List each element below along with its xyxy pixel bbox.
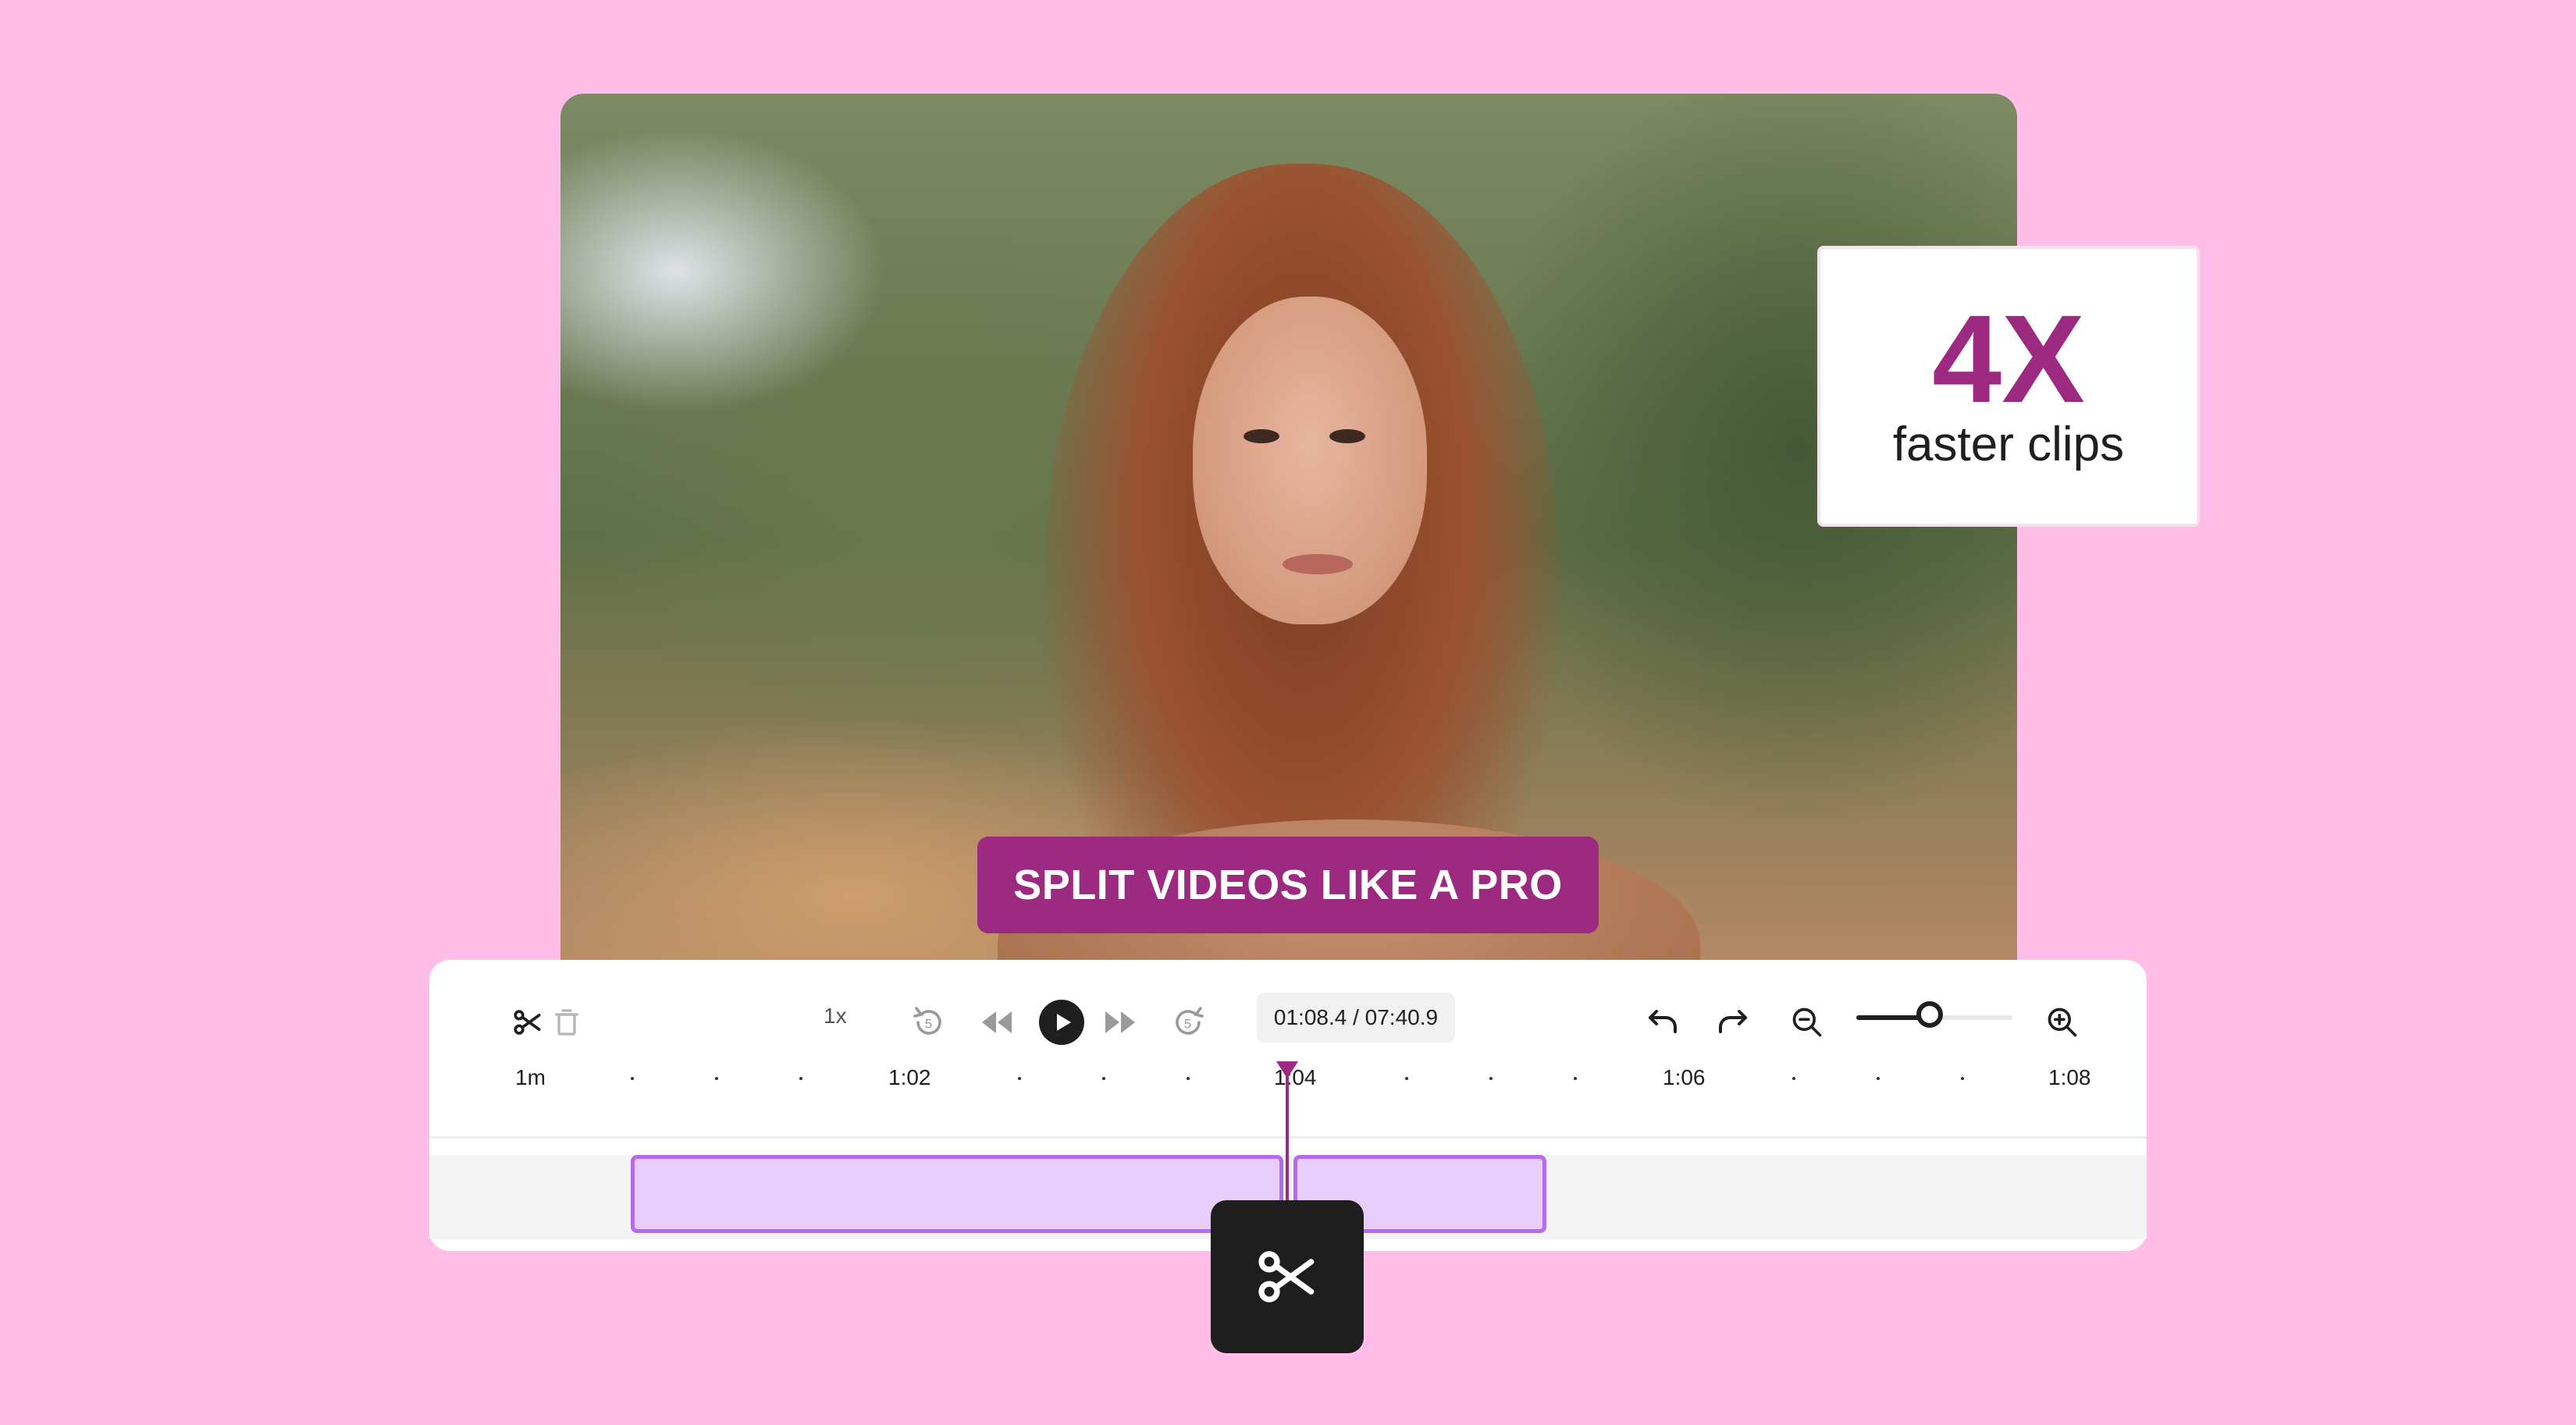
- ruler-tick: [799, 1077, 802, 1080]
- ruler-label: 1:06: [1663, 1065, 1706, 1089]
- scissors-icon: [1258, 1251, 1315, 1302]
- ruler-label: 1:08: [2048, 1065, 2091, 1089]
- zoom-slider-handle[interactable]: [1916, 1001, 1943, 1028]
- zoom-out-icon[interactable]: [1784, 999, 1831, 1046]
- ruler-tick: [715, 1077, 718, 1080]
- zoom-in-icon[interactable]: [2039, 999, 2086, 1046]
- playback-rate-button[interactable]: 1x: [824, 1004, 847, 1029]
- trash-icon[interactable]: [543, 999, 590, 1046]
- video-subject-lips: [1283, 554, 1353, 574]
- video-subject-left-eye: [1244, 429, 1279, 443]
- svg-text:5: 5: [925, 1017, 932, 1032]
- ruler-tick: [1574, 1077, 1577, 1080]
- clip-left[interactable]: [631, 1155, 1283, 1233]
- ruler-tick: [1102, 1077, 1105, 1080]
- redo-icon[interactable]: [1710, 999, 1756, 1046]
- fast-forward-icon[interactable]: [1098, 999, 1144, 1046]
- stat-label: faster clips: [1892, 418, 2125, 471]
- ruler-tick: [1877, 1077, 1880, 1080]
- split-button[interactable]: [1211, 1200, 1364, 1353]
- ruler-label: 1:02: [888, 1065, 931, 1089]
- ruler-tick: [1018, 1077, 1021, 1080]
- stat-value: 4X: [1932, 289, 2085, 428]
- video-subject-right-eye: [1329, 429, 1365, 443]
- ruler-tick: [1405, 1077, 1408, 1080]
- undo-icon[interactable]: [1639, 999, 1686, 1046]
- rewind-5-icon[interactable]: 5: [906, 999, 952, 1046]
- ruler-tick: [1489, 1077, 1493, 1080]
- time-display: 01:08.4 / 07:40.9: [1257, 993, 1455, 1043]
- rewind-icon[interactable]: [973, 999, 1019, 1046]
- stat-card: 4X faster clips: [1817, 246, 2200, 527]
- svg-text:5: 5: [1184, 1017, 1191, 1032]
- video-caption: SPLIT VIDEOS LIKE A PRO: [977, 837, 1599, 933]
- playhead-handle[interactable]: [1276, 1061, 1298, 1079]
- ruler-tick: [1961, 1077, 1964, 1080]
- play-icon[interactable]: [1038, 999, 1085, 1046]
- forward-5-icon[interactable]: 5: [1165, 999, 1212, 1046]
- ruler-tick: [1792, 1077, 1795, 1080]
- ruler-tick: [631, 1077, 634, 1080]
- ruler-label: 1m: [515, 1065, 546, 1089]
- video-subject-face: [1193, 297, 1427, 624]
- ruler-tick: [1187, 1077, 1190, 1080]
